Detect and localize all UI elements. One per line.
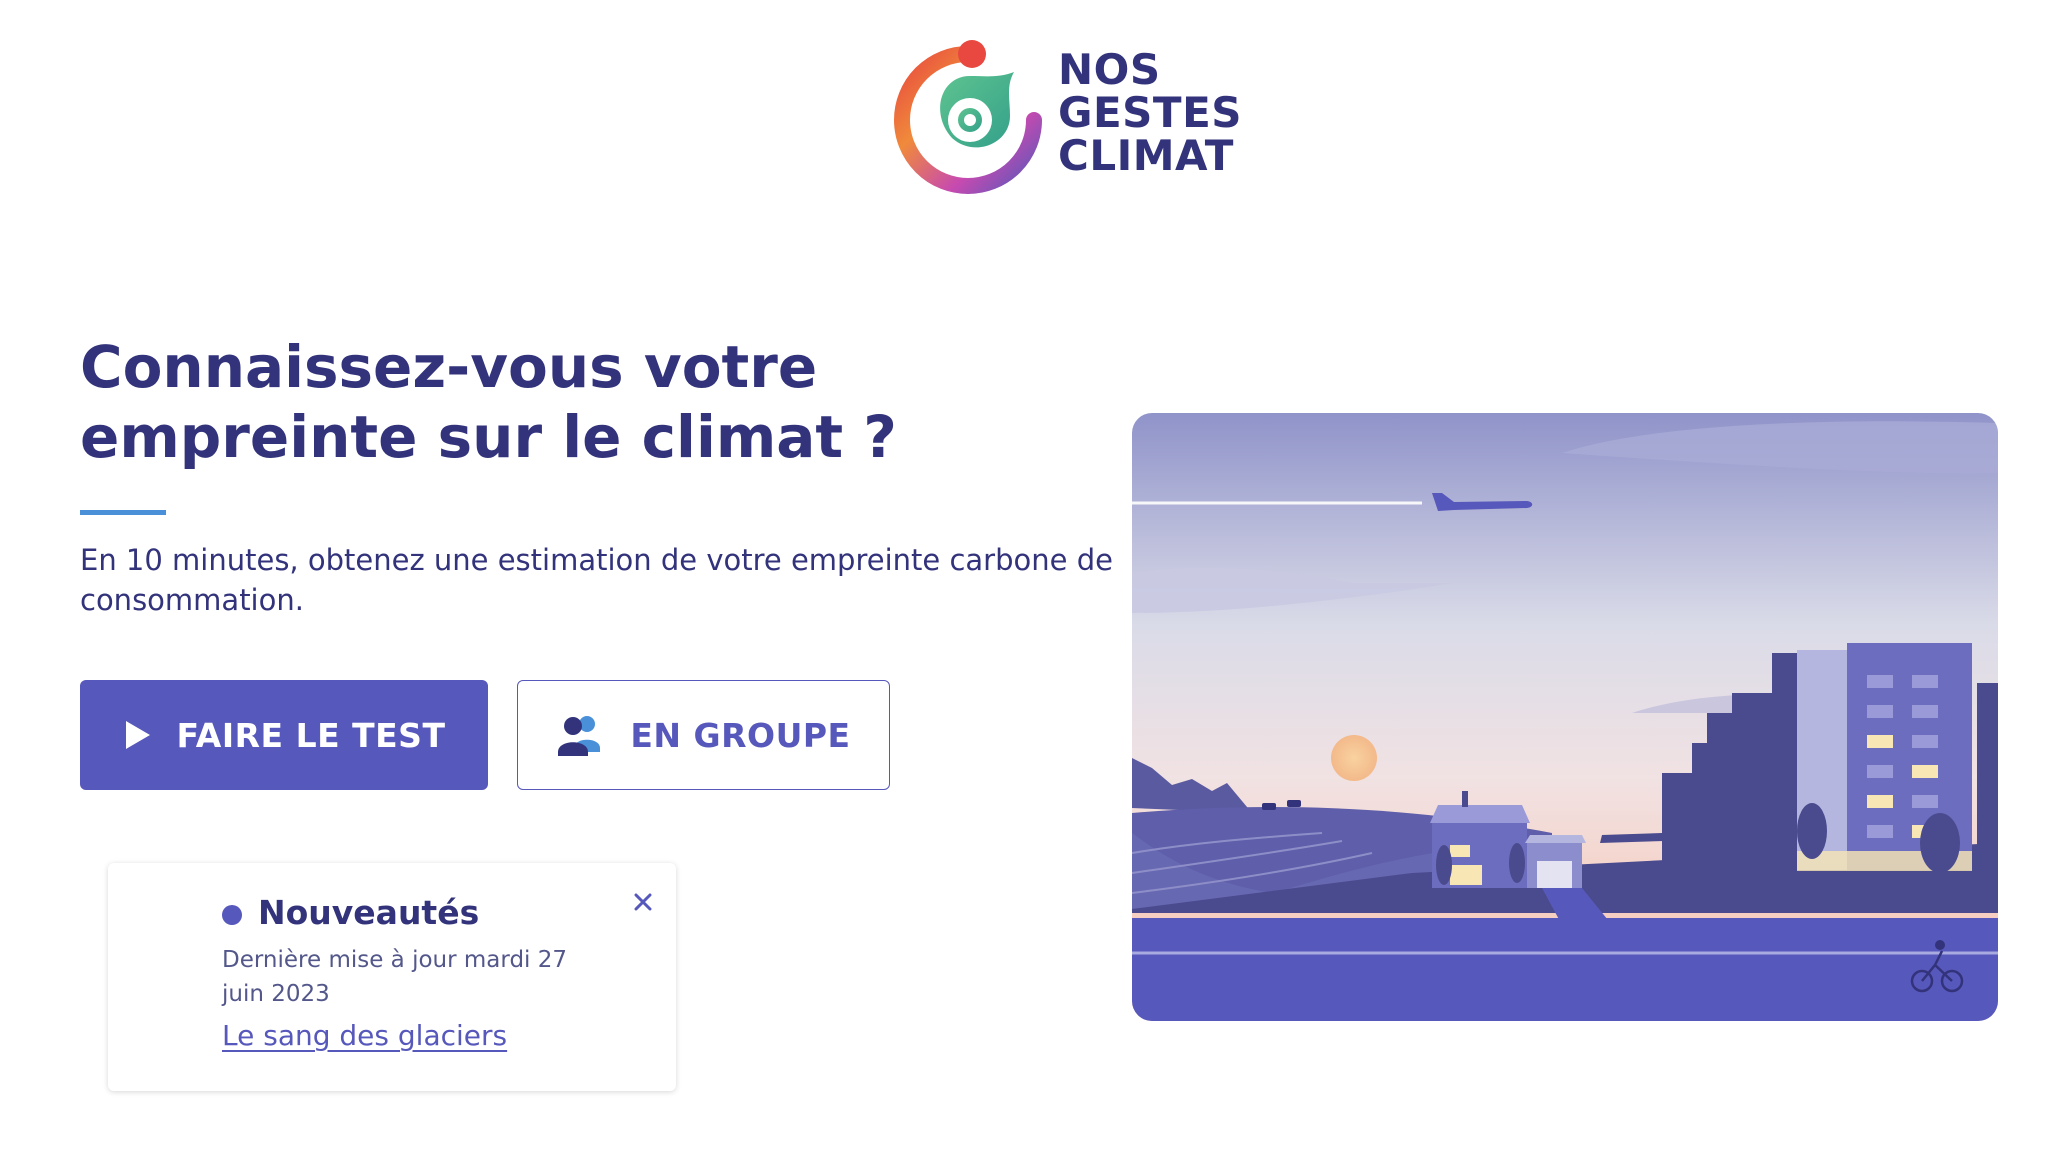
logo-wordmark: NOS GESTES CLIMAT [1058, 48, 1242, 177]
start-test-button[interactable]: FAIRE LE TEST [80, 680, 488, 790]
start-test-label: FAIRE LE TEST [176, 715, 446, 755]
news-title: Nouveautés [258, 893, 480, 932]
page: NOS GESTES CLIMAT Connaissez-vous votre … [0, 0, 2052, 1164]
logo[interactable]: NOS GESTES CLIMAT [890, 30, 1242, 200]
logo-line: NOS [1058, 45, 1161, 94]
logo-mark-icon [894, 40, 1042, 194]
hero-illustration [1132, 413, 1998, 1021]
news-status-dot [222, 905, 242, 925]
logo-line: GESTES [1058, 88, 1243, 137]
group-test-label: EN GROUPE [630, 715, 851, 755]
play-icon [123, 719, 153, 751]
logo-line: CLIMAT [1058, 131, 1234, 180]
news-date: Dernière mise à jour mardi 27 juin 2023 [222, 947, 568, 1007]
group-users-icon [556, 714, 606, 756]
title-divider [80, 510, 166, 515]
close-icon[interactable] [628, 887, 658, 917]
page-title: Connaissez-vous votre empreinte sur le c… [80, 333, 897, 471]
news-article-link[interactable]: Le sang des glaciers [222, 1019, 507, 1052]
news-card: Nouveautés Dernière mise à jour mardi 27… [108, 863, 676, 1091]
page-subtitle: En 10 minutes, obtenez une estimation de… [80, 543, 1113, 617]
landscape-illustration [1132, 413, 1998, 1021]
group-test-button[interactable]: EN GROUPE [517, 680, 890, 790]
